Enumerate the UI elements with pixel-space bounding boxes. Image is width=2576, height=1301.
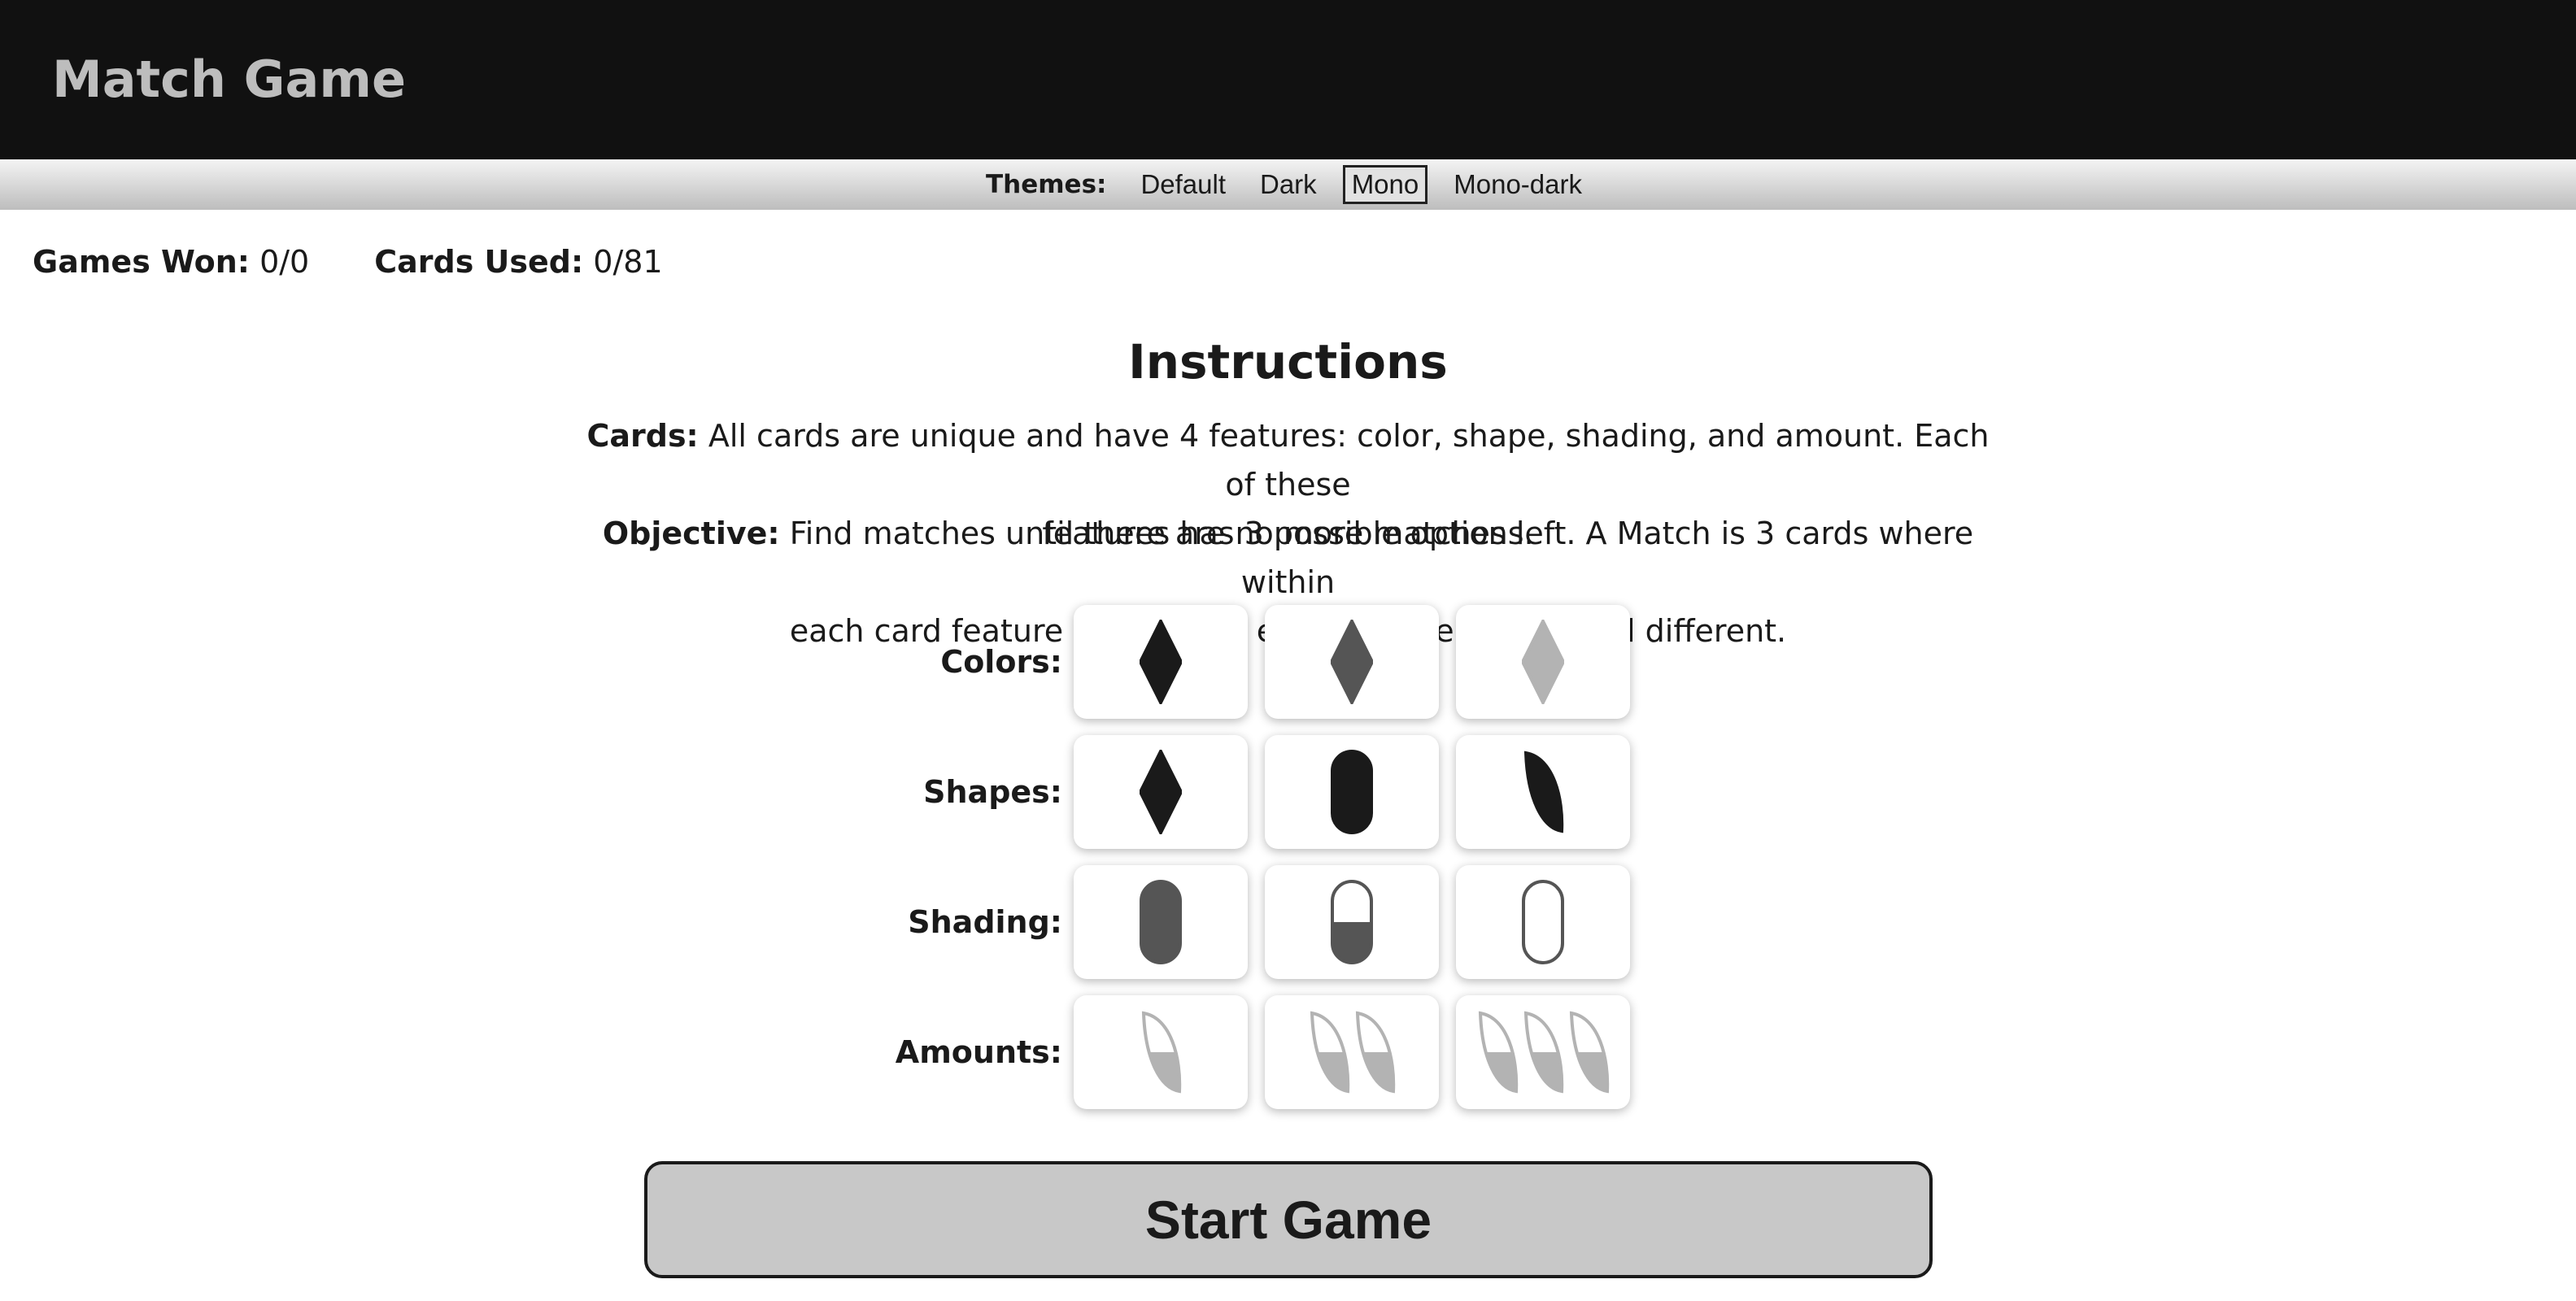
diamond-icon [1522,620,1564,704]
theme-mono-button[interactable]: Mono [1342,165,1428,204]
app-title: Match Game [52,50,407,109]
diamond-icon [1140,750,1182,834]
example-card [1074,735,1248,849]
theme-dark-button[interactable]: Dark [1252,166,1325,203]
cards-used-label: Cards Used: [374,244,584,280]
diamond-icon [1331,620,1373,704]
stats-bar: Games Won: 0/0 Cards Used: 0/81 [33,241,663,283]
start-game-button[interactable]: Start Game [644,1161,1933,1278]
feature-row: Amounts: [878,995,1647,1109]
example-card [1456,605,1630,719]
feature-label: Amounts: [895,1034,1062,1070]
example-card [1265,865,1439,979]
games-won-value: 0/0 [259,244,310,280]
theme-bar: Themes: Default Dark Mono Mono-dark [0,159,2576,210]
oval-icon [1522,880,1564,964]
example-card [1265,605,1439,719]
games-won-label: Games Won: [33,244,250,280]
diamond-icon [1140,620,1182,704]
theme-default-button[interactable]: Default [1132,166,1234,203]
squiggle-icon [1141,1011,1182,1094]
squiggle-icon [1523,751,1564,833]
cards-text-line1: All cards are unique and have 4 features… [708,418,1990,503]
instructions-title: Instructions [1128,334,1448,389]
feature-label: Colors: [940,644,1062,680]
themes-label: Themes: [986,170,1107,199]
games-won-stat: Games Won: 0/0 [33,241,309,283]
oval-icon [1140,880,1182,964]
example-card [1074,865,1248,979]
objective-text-line1: Find matches until there are no more mat… [789,516,1974,600]
oval-icon [1331,750,1373,834]
oval-icon [1331,880,1373,964]
cards-used-stat: Cards Used: 0/81 [374,241,662,283]
cards-used-value: 0/81 [593,244,663,280]
squiggle-icon [1478,1011,1610,1094]
theme-mono-dark-button[interactable]: Mono-dark [1445,166,1590,203]
objective-label: Objective: [602,516,780,551]
feature-row: Shapes: [878,735,1647,849]
feature-label: Shading: [908,904,1062,940]
squiggle-icon [1310,1011,1396,1094]
feature-row: Colors: [878,605,1647,719]
example-card [1456,735,1630,849]
example-card [1456,995,1630,1109]
example-card [1074,995,1248,1109]
example-card [1074,605,1248,719]
feature-label: Shapes: [923,774,1062,810]
cards-label: Cards: [586,418,699,454]
example-card [1265,735,1439,849]
example-card [1456,865,1630,979]
app-header: Match Game [0,0,2576,159]
feature-row: Shading: [878,865,1647,979]
example-card [1265,995,1439,1109]
